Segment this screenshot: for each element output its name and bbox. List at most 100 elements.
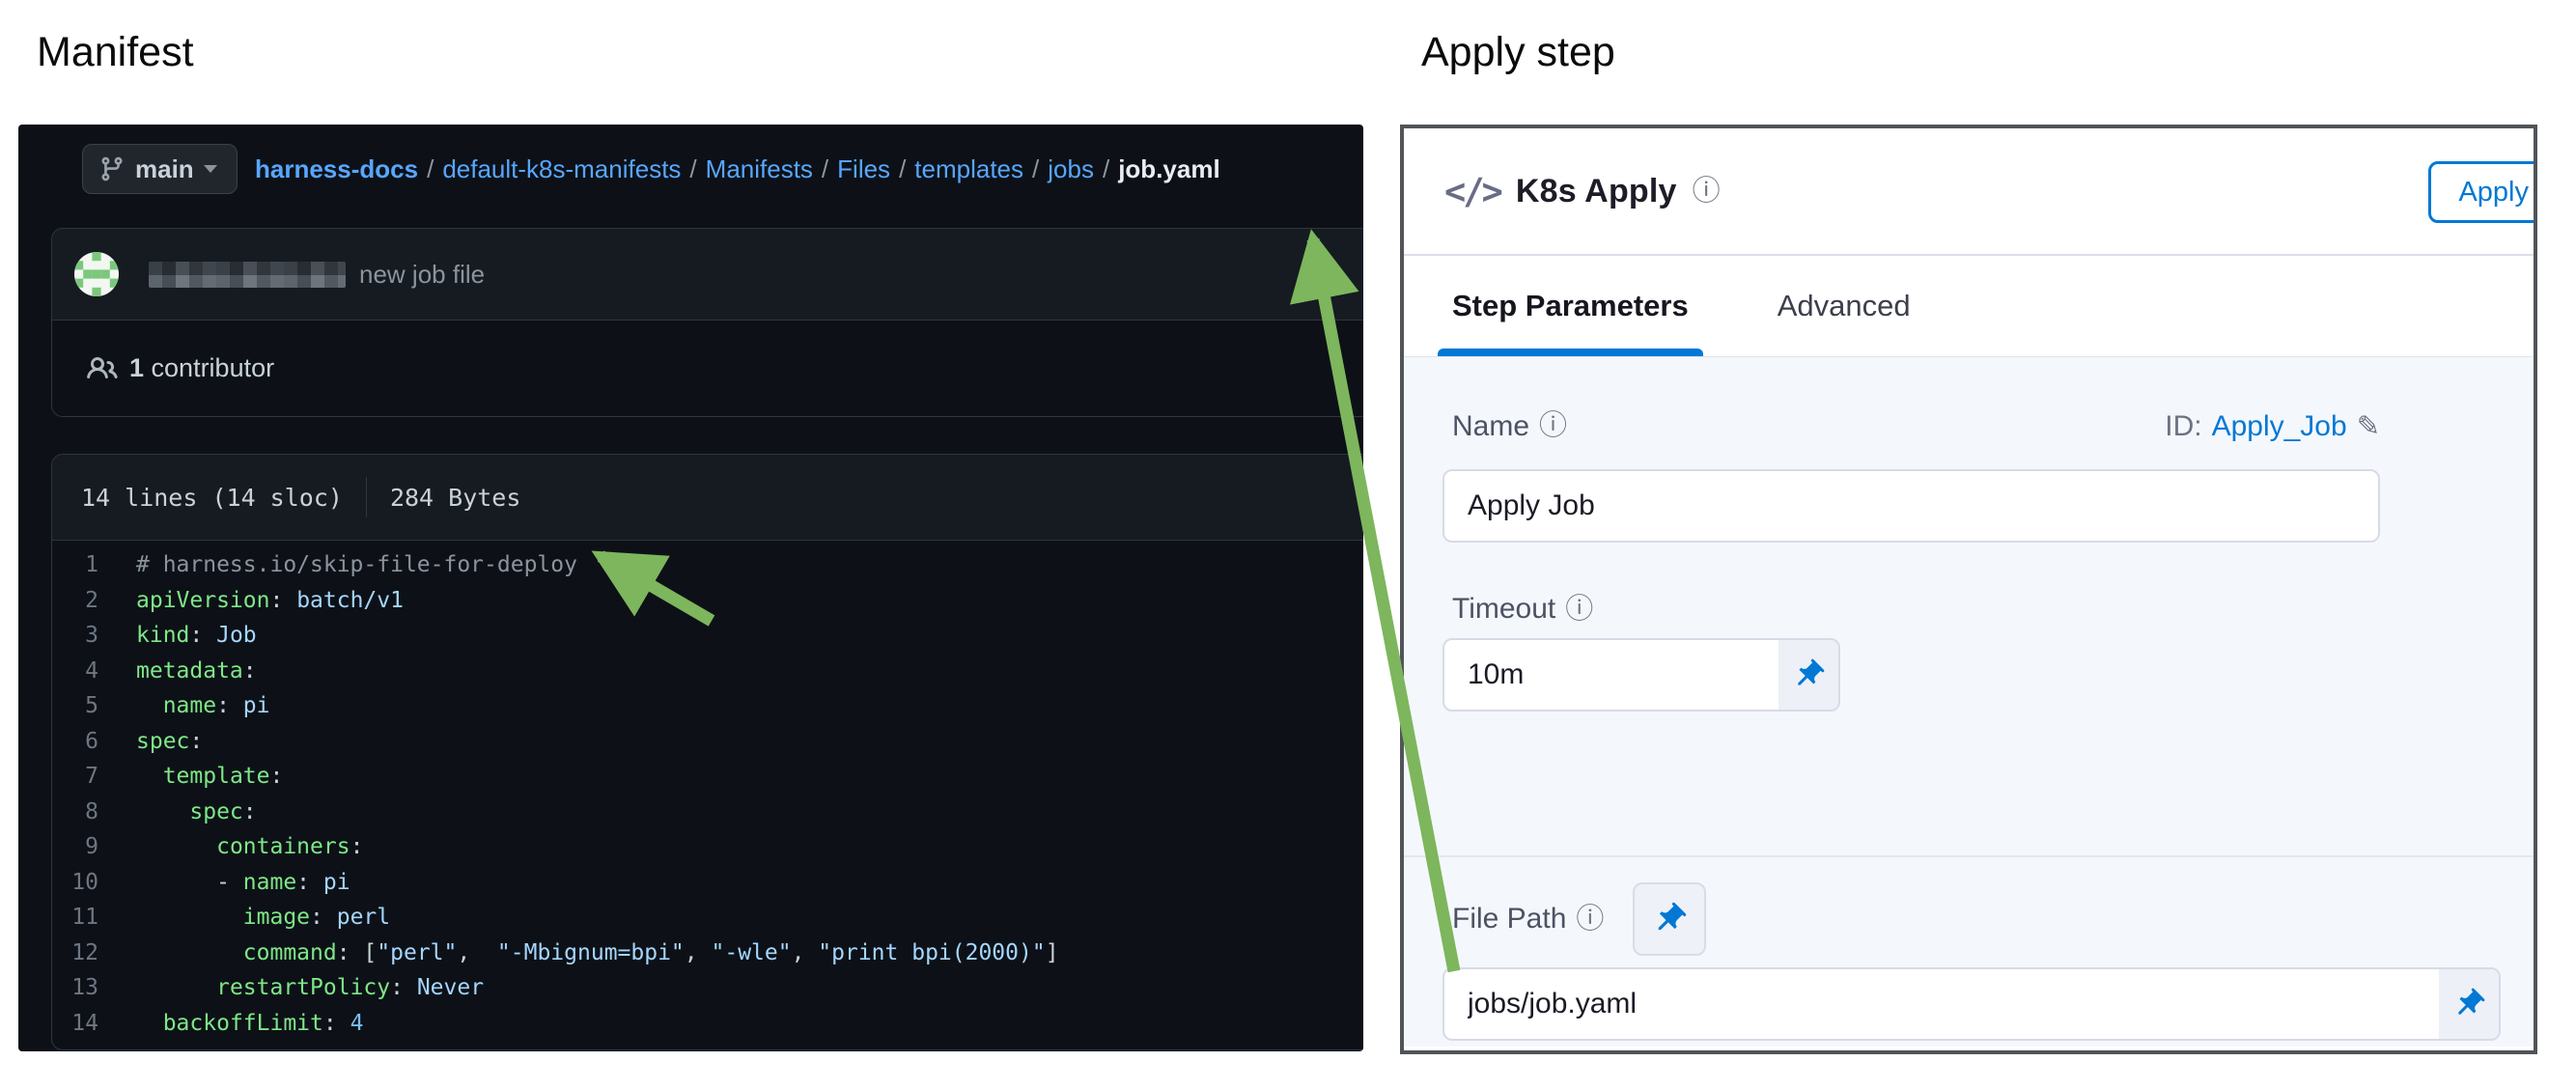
name-field-row: Name ⓘ ID: Apply_Job ✎ xyxy=(1452,409,2380,443)
code-line: 10 - name: pi xyxy=(52,865,1363,901)
code-line: 2apiVersion: batch/v1 xyxy=(52,583,1363,619)
stats-divider xyxy=(366,477,367,517)
code-text: command: ["perl", "-Mbignum=bpi", "-wle"… xyxy=(136,940,1059,965)
code-line: 7 template: xyxy=(52,759,1363,795)
file-path-field-label: File Path ⓘ xyxy=(1452,903,1604,935)
line-number[interactable]: 6 xyxy=(52,729,98,754)
breadcrumb-separator: / xyxy=(427,154,434,184)
avatar[interactable] xyxy=(74,252,119,296)
name-field-label: Name ⓘ xyxy=(1452,410,1567,443)
code-line: 6 spec: xyxy=(52,724,1363,760)
code-text: - name: pi xyxy=(136,870,350,895)
git-branch-icon xyxy=(98,155,126,182)
code-text: metadata: xyxy=(136,658,257,684)
code-text: spec: xyxy=(136,729,203,754)
code-line: 4 metadata: xyxy=(52,654,1363,689)
github-file-panel: main harness-docs / default-k8s-manifests /… xyxy=(18,125,1363,1051)
commit-message: new job file xyxy=(359,260,485,290)
line-number[interactable]: 13 xyxy=(52,975,98,1000)
code-text: name: pi xyxy=(136,693,270,718)
branch-selector-button[interactable]: main xyxy=(82,144,238,194)
people-icon xyxy=(87,353,118,384)
github-topbar: main harness-docs / default-k8s-manifests /… xyxy=(18,125,1363,221)
code-text: backoffLimit: 4 xyxy=(136,1011,363,1036)
file-content-box: 14 lines (14 sloc) 284 Bytes 1 # harness.… xyxy=(51,454,1363,1050)
line-number[interactable]: 8 xyxy=(52,799,98,824)
code-line: 11 image: perl xyxy=(52,900,1363,935)
breadcrumb-item-default-k8s-manifests[interactable]: default-k8s-manifests xyxy=(442,154,681,184)
breadcrumb-item-Files[interactable]: Files xyxy=(837,154,890,184)
file-path-label-row: File Path ⓘ xyxy=(1452,882,1706,956)
line-number[interactable]: 14 xyxy=(52,1011,98,1036)
step-tabs: Step Parameters Advanced xyxy=(1404,256,2534,356)
code-line: 8 spec: xyxy=(52,795,1363,830)
breadcrumb-item-jobs[interactable]: jobs xyxy=(1048,154,1094,184)
code-line: 14 backoffLimit: 4 xyxy=(52,1006,1363,1042)
code-line: 9 containers: xyxy=(52,829,1363,865)
file-line-count: 14 lines (14 sloc) xyxy=(81,484,343,512)
code-text: kind: Job xyxy=(136,623,257,648)
branch-name: main xyxy=(135,154,194,184)
code-text: containers: xyxy=(136,834,363,859)
contributor-count: 1 contributor xyxy=(129,353,274,383)
breadcrumb-separator: / xyxy=(689,154,696,184)
step-title: K8s Apply xyxy=(1516,173,1677,210)
commit-box: new job file 1 contributor xyxy=(51,228,1363,417)
edit-id-pencil-icon[interactable]: ✎ xyxy=(2357,409,2380,443)
code-text: restartPolicy: Never xyxy=(136,975,484,1000)
line-number[interactable]: 4 xyxy=(52,658,98,684)
name-input-wrap xyxy=(1442,469,2380,543)
line-number[interactable]: 10 xyxy=(52,870,98,895)
breadcrumb-item-Manifests[interactable]: Manifests xyxy=(706,154,813,184)
file-size: 284 Bytes xyxy=(390,484,520,512)
apply-step-section-title: Apply step xyxy=(1421,29,1615,76)
timeout-pin-toggle[interactable] xyxy=(1778,640,1838,710)
step-title-info-icon[interactable]: ⓘ xyxy=(1693,178,1721,206)
code-text: template: xyxy=(136,764,283,789)
breadcrumb-separator: / xyxy=(1032,154,1039,184)
code-brackets-icon: </> xyxy=(1444,171,1500,212)
line-number[interactable]: 11 xyxy=(52,905,98,930)
file-path-pin-toggle[interactable] xyxy=(2439,969,2499,1039)
timeout-info-icon[interactable]: ⓘ xyxy=(1565,596,1593,624)
step-parameters-form: Name ⓘ ID: Apply_Job ✎ Timeout ⓘ xyxy=(1404,356,2534,1047)
line-number[interactable]: 1 xyxy=(52,552,98,577)
breadcrumb-item-job.yaml: job.yaml xyxy=(1118,154,1219,184)
line-number[interactable]: 3 xyxy=(52,623,98,648)
name-input[interactable] xyxy=(1442,469,2380,543)
code-text: image: perl xyxy=(136,905,390,930)
code-text: # harness.io/skip-file-for-deploy xyxy=(136,552,577,577)
code-line: 5 name: pi xyxy=(52,688,1363,724)
apply-changes-button[interactable]: Apply xyxy=(2428,161,2537,223)
breadcrumb: harness-docs / default-k8s-manifests / Manif… xyxy=(255,125,1220,213)
file-stats-bar: 14 lines (14 sloc) 284 Bytes xyxy=(52,455,1363,541)
latest-commit-row: new job file xyxy=(52,229,1363,321)
timeout-input-wrap xyxy=(1442,638,1840,712)
name-info-icon[interactable]: ⓘ xyxy=(1539,412,1567,440)
line-number[interactable]: 7 xyxy=(52,764,98,789)
tab-step-parameters[interactable]: Step Parameters xyxy=(1452,256,1689,356)
id-value-link[interactable]: Apply_Job xyxy=(2212,410,2347,443)
file-path-input[interactable] xyxy=(1442,967,2501,1041)
line-number[interactable]: 9 xyxy=(52,834,98,859)
line-number[interactable]: 5 xyxy=(52,693,98,718)
contributors-row[interactable]: 1 contributor xyxy=(52,321,1363,416)
breadcrumb-item-templates[interactable]: templates xyxy=(914,154,1023,184)
line-number[interactable]: 12 xyxy=(52,940,98,965)
tab-advanced[interactable]: Advanced xyxy=(1778,256,1911,356)
line-number[interactable]: 2 xyxy=(52,588,98,613)
breadcrumb-separator: / xyxy=(899,154,906,184)
code-line: 3 kind: Job xyxy=(52,618,1363,654)
breadcrumb-item-harness-docs[interactable]: harness-docs xyxy=(255,154,418,184)
code-lines: 1 # harness.io/skip-file-for-deploy 2apiVe… xyxy=(52,541,1363,1050)
chevron-down-icon xyxy=(204,165,217,173)
file-path-input-wrap xyxy=(1442,967,2501,1041)
timeout-field-label: Timeout ⓘ xyxy=(1452,593,1593,626)
file-path-info-icon[interactable]: ⓘ xyxy=(1576,906,1604,934)
breadcrumb-separator: / xyxy=(822,154,828,184)
k8s-apply-step-panel: </> K8s Apply ⓘ Apply Step Parameters Adv… xyxy=(1400,125,2537,1054)
redacted-author-name xyxy=(149,262,346,288)
breadcrumb-separator: / xyxy=(1103,154,1109,184)
manifest-section-title: Manifest xyxy=(37,29,194,76)
file-path-pin-button[interactable] xyxy=(1633,882,1706,956)
